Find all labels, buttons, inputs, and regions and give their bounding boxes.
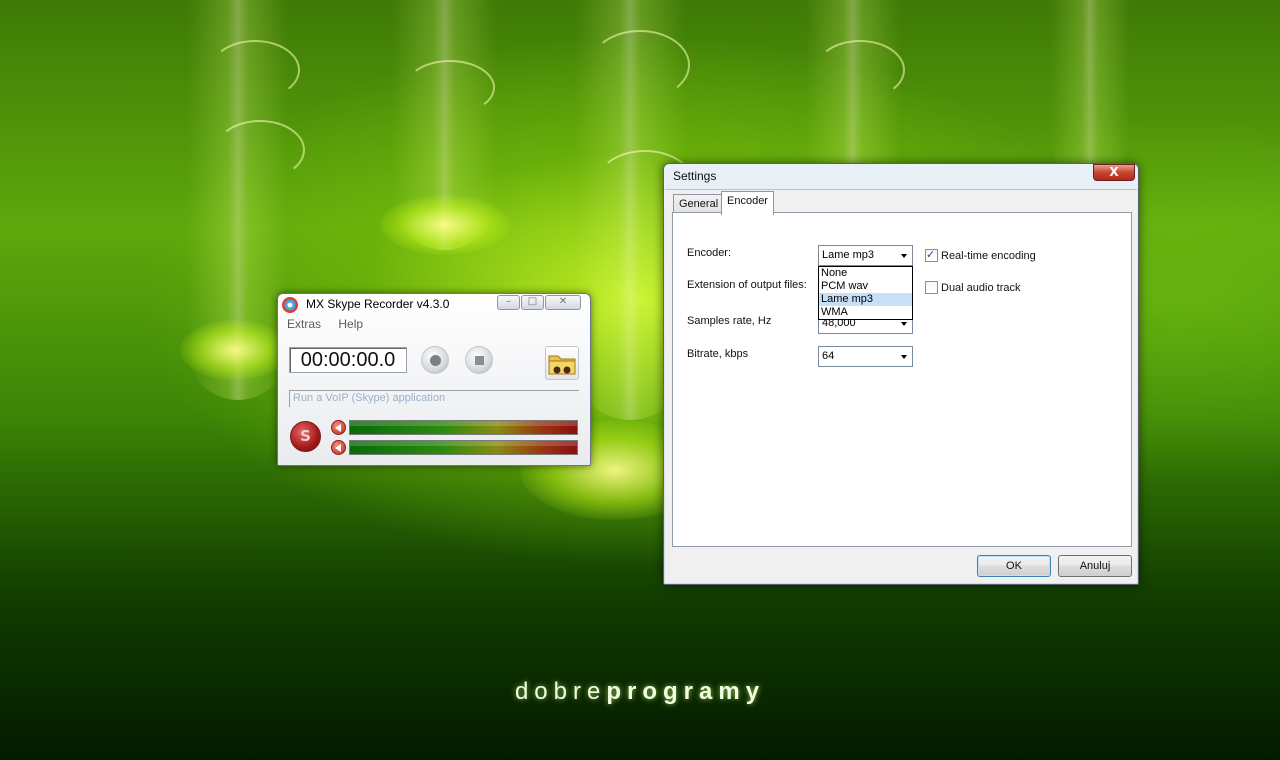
settings-dialog: Settings X General Encoder Encoder: Lame… [663, 163, 1139, 585]
skype-button[interactable]: S [290, 421, 321, 452]
samples-rate-label: Samples rate, Hz [687, 315, 772, 327]
branding-part1: dobre [514, 678, 607, 705]
close-button[interactable]: ✕ [545, 295, 581, 310]
swirl-line [405, 60, 495, 115]
skype-icon: S [300, 427, 311, 445]
swirl-line [215, 120, 305, 180]
swirl-line [590, 30, 690, 100]
open-folder-button[interactable] [545, 346, 579, 380]
light-glow [180, 320, 290, 380]
encoder-panel: Encoder: Lame mp3 None PCM wav Lame mp3 … [672, 212, 1132, 547]
encoder-dropdown-list: None PCM wav Lame mp3 WMA [818, 266, 913, 320]
swirl-line [210, 40, 300, 100]
stop-button[interactable] [465, 346, 493, 374]
microphone-icon[interactable] [331, 440, 346, 455]
tab-encoder[interactable]: Encoder [721, 191, 774, 215]
tab-general[interactable]: General [673, 194, 725, 214]
recorder-titlebar[interactable]: MX Skype Recorder v4.3.0 – □ ✕ [278, 294, 590, 316]
encoder-option-wma[interactable]: WMA [819, 306, 912, 319]
dialog-body: General Encoder Encoder: Lame mp3 None P… [665, 189, 1137, 583]
realtime-encoding-checkbox[interactable] [925, 248, 938, 262]
encoder-select-value: Lame mp3 [822, 249, 874, 261]
level-meter-input [349, 440, 578, 455]
recorder-title: MX Skype Recorder v4.3.0 [306, 297, 450, 311]
minimize-button[interactable]: – [497, 295, 520, 310]
encoder-select[interactable]: Lame mp3 [818, 245, 913, 266]
encoder-label: Encoder: [687, 247, 732, 259]
encoder-option-lame-mp3[interactable]: Lame mp3 [819, 293, 912, 306]
chevron-down-icon [901, 254, 907, 258]
chevron-down-icon [901, 322, 907, 326]
bitrate-value: 64 [822, 350, 835, 362]
encoder-option-pcm-wav[interactable]: PCM wav [819, 280, 912, 293]
ok-button[interactable]: OK [977, 555, 1051, 577]
dual-audio-track-label: Dual audio track [941, 282, 1021, 294]
timer-display: 00:00:00.0 [289, 347, 407, 373]
recorder-window: MX Skype Recorder v4.3.0 – □ ✕ Extras He… [277, 293, 591, 466]
branding-part2: programy [606, 678, 766, 705]
menu-help[interactable]: Help [338, 317, 363, 331]
dual-audio-track-checkbox[interactable] [925, 281, 938, 294]
encoder-option-none[interactable]: None [819, 267, 912, 280]
level-meter-output [349, 420, 578, 435]
speaker-icon[interactable] [331, 420, 346, 435]
record-icon [430, 355, 441, 366]
chevron-down-icon [901, 355, 907, 359]
extension-label: Extension of output files: [687, 279, 807, 291]
recorder-app-icon [282, 297, 298, 313]
light-column [1050, 0, 1130, 180]
maximize-button[interactable]: □ [521, 295, 544, 310]
cancel-button[interactable]: Anuluj [1058, 555, 1132, 577]
record-button[interactable] [421, 346, 449, 374]
light-glow [380, 195, 510, 255]
menu-extras[interactable]: Extras [287, 317, 321, 331]
stop-icon [475, 356, 484, 365]
settings-title: Settings [673, 169, 717, 183]
dialog-close-button[interactable]: X [1093, 164, 1135, 181]
folder-icon [548, 355, 576, 375]
swirl-line [815, 40, 905, 100]
realtime-encoding-label: Real-time encoding [941, 250, 1036, 262]
bitrate-label: Bitrate, kbps [687, 348, 749, 360]
status-text: Run a VoIP (Skype) application [289, 390, 579, 407]
branding-logo: dobreprogramy [0, 678, 1280, 706]
bitrate-select[interactable]: 64 [818, 346, 913, 367]
recorder-menubar: Extras Help [287, 317, 377, 331]
